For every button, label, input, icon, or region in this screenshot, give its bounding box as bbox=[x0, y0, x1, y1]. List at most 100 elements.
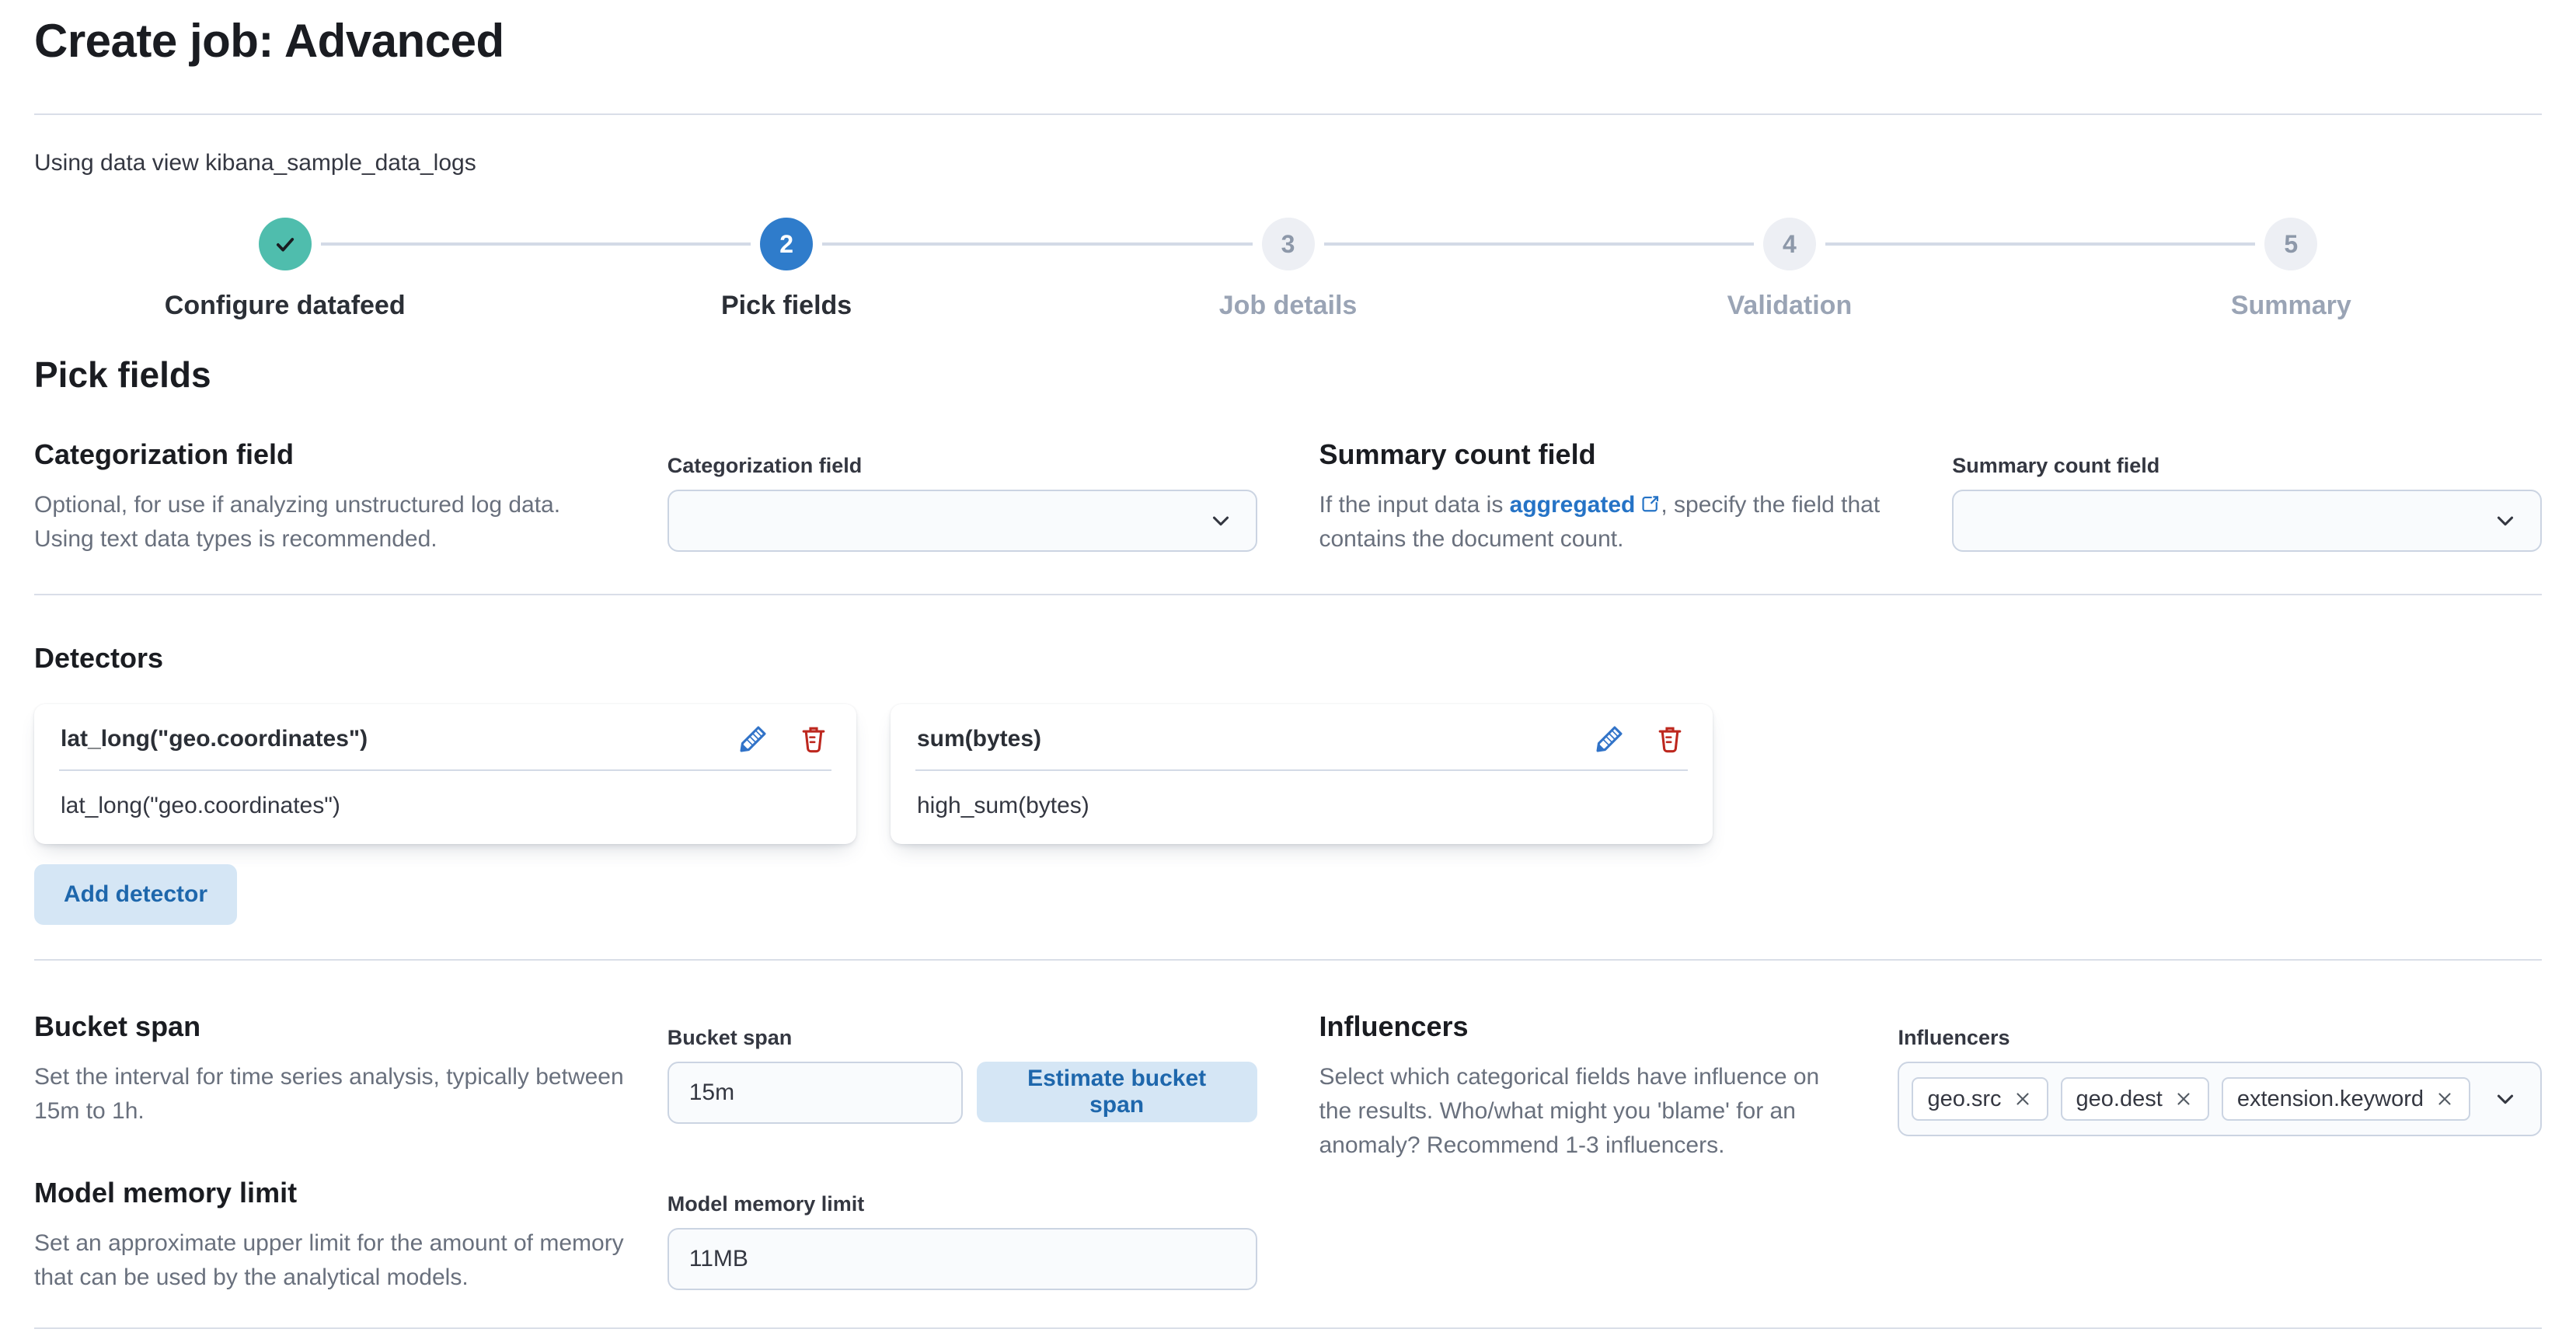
detector-card: sum(bytes) high_sum(bytes) bbox=[891, 704, 1713, 844]
edit-detector-button[interactable] bbox=[1595, 724, 1624, 754]
influencers-form-col: Influencers geo.src geo.dest extension.k… bbox=[1898, 1009, 2542, 1136]
row-categorization-summary: Categorization field Optional, for use i… bbox=[34, 437, 2542, 556]
categorization-field-label: Categorization field bbox=[667, 454, 863, 477]
step-label[interactable]: Validation bbox=[1727, 289, 1853, 322]
step-summary[interactable]: 5 Summary bbox=[2040, 218, 2542, 322]
step-4-circle[interactable]: 4 bbox=[1762, 218, 1816, 270]
categorization-description: Optional, for use if analyzing unstructu… bbox=[34, 492, 561, 552]
summary-count-group: Summary count field If the input data is… bbox=[1319, 437, 2542, 556]
detector-card-header: sum(bytes) bbox=[891, 704, 1713, 769]
trash-icon bbox=[799, 724, 828, 754]
section-divider bbox=[34, 594, 2542, 595]
step-1-circle[interactable] bbox=[258, 218, 312, 270]
summary-count-heading: Summary count field bbox=[1319, 438, 1596, 470]
estimate-bucket-span-button[interactable]: Estimate bucket span bbox=[976, 1062, 1257, 1122]
detector-actions bbox=[1595, 724, 1685, 754]
bucket-span-description: Set the interval for time series analysi… bbox=[34, 1064, 624, 1124]
chevron-down-icon bbox=[2492, 1086, 2518, 1112]
step-2-circle[interactable]: 2 bbox=[760, 218, 814, 270]
trash-icon bbox=[1655, 724, 1685, 754]
influencer-tag-label: geo.src bbox=[1927, 1086, 2002, 1111]
close-icon bbox=[2013, 1089, 2033, 1109]
model-memory-form-col: Model memory limit bbox=[667, 1175, 1257, 1290]
pencil-icon bbox=[738, 724, 768, 754]
step-3-circle[interactable]: 3 bbox=[1261, 218, 1315, 270]
detector-title: sum(bytes) bbox=[917, 726, 1042, 752]
delete-detector-button[interactable] bbox=[1655, 724, 1685, 754]
bucket-span-description-col: Bucket span Set the interval for time se… bbox=[34, 1009, 624, 1128]
add-detector-button[interactable]: Add detector bbox=[34, 864, 238, 925]
detector-card: lat_long("geo.coordinates") lat_long("ge… bbox=[34, 704, 856, 844]
detector-function: high_sum(bytes) bbox=[917, 793, 1089, 818]
chevron-down-icon bbox=[1208, 508, 1234, 534]
step-pick-fields[interactable]: 2 Pick fields bbox=[535, 218, 1038, 322]
step-5-circle[interactable]: 5 bbox=[2264, 218, 2318, 270]
external-link-icon bbox=[1640, 494, 1661, 515]
section-divider bbox=[34, 959, 2542, 961]
bucket-span-form-col: Bucket span Estimate bucket span bbox=[667, 1009, 1257, 1124]
remove-influencer-button[interactable] bbox=[2435, 1089, 2455, 1109]
bucket-span-controls: Estimate bucket span bbox=[667, 1051, 1257, 1124]
bottom-divider bbox=[34, 1327, 2542, 1329]
step-label[interactable]: Summary bbox=[2231, 289, 2351, 322]
detector-list: lat_long("geo.coordinates") lat_long("ge… bbox=[34, 704, 2542, 844]
step-configure-datafeed[interactable]: Configure datafeed bbox=[34, 218, 536, 322]
step-label[interactable]: Job details bbox=[1219, 289, 1358, 322]
influencer-tag-label: geo.dest bbox=[2076, 1086, 2163, 1111]
model-memory-description: Set an approximate upper limit for the a… bbox=[34, 1230, 624, 1290]
summary-count-form-col: Summary count field bbox=[1952, 437, 2542, 552]
influencers-description-col: Influencers Select which categorical fie… bbox=[1319, 1009, 1855, 1163]
close-icon bbox=[2435, 1089, 2455, 1109]
model-memory-group: Model memory limit Set an approximate up… bbox=[34, 1175, 1257, 1295]
bucket-span-label: Bucket span bbox=[667, 1026, 793, 1049]
bucket-span-input[interactable] bbox=[667, 1062, 963, 1124]
row-spacer bbox=[1319, 1175, 2543, 1295]
data-view-subtitle: Using data view kibana_sample_data_logs bbox=[34, 150, 476, 176]
bucket-span-group: Bucket span Set the interval for time se… bbox=[34, 1009, 1257, 1163]
summary-count-field-label: Summary count field bbox=[1952, 454, 2160, 477]
influencers-group: Influencers Select which categorical fie… bbox=[1319, 1009, 2542, 1163]
model-memory-input[interactable] bbox=[667, 1228, 1257, 1290]
header-divider bbox=[34, 113, 2542, 115]
close-icon bbox=[2173, 1089, 2194, 1109]
remove-influencer-button[interactable] bbox=[2173, 1089, 2194, 1109]
chevron-down-icon bbox=[2492, 508, 2518, 534]
detector-actions bbox=[738, 724, 828, 754]
model-memory-label: Model memory limit bbox=[667, 1192, 865, 1216]
step-label[interactable]: Configure datafeed bbox=[165, 289, 406, 322]
step-job-details[interactable]: 3 Job details bbox=[1037, 218, 1539, 322]
check-icon bbox=[270, 229, 300, 259]
influencer-tag: extension.keyword bbox=[2221, 1077, 2470, 1121]
categorization-field-select[interactable] bbox=[667, 490, 1257, 552]
aggregated-link[interactable]: aggregated bbox=[1510, 492, 1636, 518]
influencer-tag: geo.dest bbox=[2060, 1077, 2209, 1121]
pencil-icon bbox=[1595, 724, 1624, 754]
pick-fields-heading: Pick fields bbox=[34, 354, 211, 395]
remove-influencer-button[interactable] bbox=[2013, 1089, 2033, 1109]
categorization-description-col: Categorization field Optional, for use i… bbox=[34, 437, 624, 556]
summary-count-field-select[interactable] bbox=[1952, 490, 2542, 552]
create-job-advanced-page: Create job: Advanced Using data view kib… bbox=[0, 0, 2576, 1336]
influencers-description: Select which categorical fields have inf… bbox=[1319, 1064, 1820, 1158]
edit-detector-button[interactable] bbox=[738, 724, 768, 754]
categorization-heading: Categorization field bbox=[34, 438, 295, 470]
influencer-tag-label: extension.keyword bbox=[2236, 1086, 2424, 1111]
row-bucket-influencers: Bucket span Set the interval for time se… bbox=[34, 1009, 2542, 1163]
summary-count-text-before: If the input data is bbox=[1319, 492, 1510, 518]
influencers-heading: Influencers bbox=[1319, 1010, 1469, 1042]
detector-card-header: lat_long("geo.coordinates") bbox=[34, 704, 856, 769]
row-model-memory: Model memory limit Set an approximate up… bbox=[34, 1175, 2542, 1295]
model-memory-description-col: Model memory limit Set an approximate up… bbox=[34, 1175, 624, 1295]
step-indicator: Configure datafeed 2 Pick fields 3 Job d… bbox=[34, 218, 2542, 322]
detector-title: lat_long("geo.coordinates") bbox=[61, 726, 368, 752]
step-label[interactable]: Pick fields bbox=[721, 289, 852, 322]
delete-detector-button[interactable] bbox=[799, 724, 828, 754]
categorization-form-col: Categorization field bbox=[667, 437, 1257, 552]
detectors-heading: Detectors bbox=[34, 642, 164, 674]
categorization-group: Categorization field Optional, for use i… bbox=[34, 437, 1257, 556]
influencers-combobox[interactable]: geo.src geo.dest extension.keyword bbox=[1898, 1062, 2542, 1136]
step-validation[interactable]: 4 Validation bbox=[1539, 218, 2041, 322]
bucket-span-heading: Bucket span bbox=[34, 1010, 201, 1042]
summary-count-description: If the input data is aggregated, specify… bbox=[1319, 488, 1909, 556]
influencer-tag: geo.src bbox=[1912, 1077, 2048, 1121]
